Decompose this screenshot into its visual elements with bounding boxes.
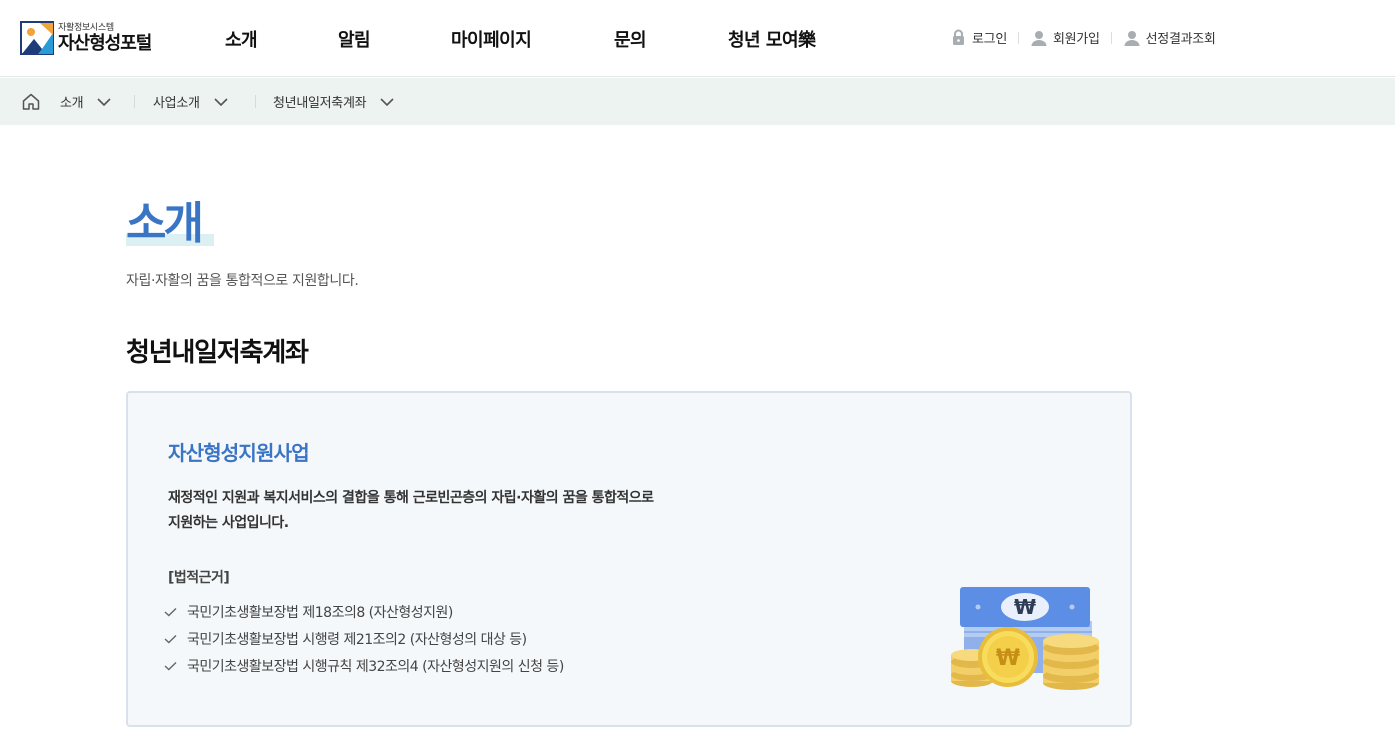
portal-logo-icon <box>20 21 54 55</box>
nav-item-mypage[interactable]: 마이페이지 <box>451 26 532 52</box>
check-icon <box>164 634 177 643</box>
chevron-down-icon <box>380 97 394 106</box>
card-title: 자산형성지원사업 <box>168 441 310 465</box>
legal-basis-title: [법적근거] <box>168 570 230 586</box>
home-icon <box>22 93 40 110</box>
breadcrumb-item-business[interactable]: 사업소개 <box>153 78 228 125</box>
breadcrumb-item-intro[interactable]: 소개 <box>60 78 111 125</box>
breadcrumb-divider <box>134 95 135 108</box>
header: 자활정보시스템 자산형성포털 소개 알림 마이페이지 문의 청년 모여樂 로그인… <box>0 0 1395 77</box>
breadcrumb-home[interactable] <box>22 93 40 114</box>
logo-subtitle: 자활정보시스템 <box>58 22 114 33</box>
nav-item-notice[interactable]: 알림 <box>338 26 371 52</box>
signup-label: 회원가입 <box>1052 32 1100 47</box>
breadcrumb-item-youth-account[interactable]: 청년내일저축계좌 <box>273 78 394 125</box>
user-icon <box>1031 30 1047 46</box>
list-item-text: 국민기초생활보장법 시행규칙 제32조의4 (자산형성지원의 신청 등) <box>187 658 564 675</box>
page-title-text: 소개 <box>126 198 204 249</box>
card-description: 재정적인 지원과 복지서비스의 결합을 통해 근로빈곤층의 자립·자활의 꿈을 … <box>168 486 768 536</box>
page-description: 자립·자활의 꿈을 통합적으로 지원합니다. <box>126 273 359 289</box>
check-icon <box>164 661 177 670</box>
result-link[interactable]: 선정결과조회 <box>1123 28 1216 47</box>
list-item: 국민기초생활보장법 시행규칙 제32조의4 (자산형성지원의 신청 등) <box>164 652 564 679</box>
check-icon <box>164 607 177 616</box>
list-item: 국민기초생활보장법 시행령 제21조의2 (자산형성의 대상 등) <box>164 625 564 652</box>
util-divider <box>1017 31 1019 44</box>
result-label: 선정결과조회 <box>1145 32 1216 47</box>
chevron-down-icon <box>97 97 111 106</box>
legal-basis-list: 국민기초생활보장법 제18조의8 (자산형성지원) 국민기초생활보장법 시행령 … <box>164 598 564 679</box>
list-item: 국민기초생활보장법 제18조의8 (자산형성지원) <box>164 598 564 625</box>
signup-link[interactable]: 회원가입 <box>1030 28 1100 47</box>
nav-item-intro[interactable]: 소개 <box>225 26 258 52</box>
breadcrumb-divider <box>255 95 256 108</box>
info-card: 자산형성지원사업 재정적인 지원과 복지서비스의 결합을 통해 근로빈곤층의 자… <box>126 391 1132 727</box>
breadcrumb-label: 청년내일저축계좌 <box>273 96 367 111</box>
login-link[interactable]: 로그인 <box>950 28 1007 47</box>
money-illustration: ₩ ₩ <box>951 587 1099 690</box>
svg-text:₩: ₩ <box>1014 595 1036 619</box>
section-title: 청년내일저축계좌 <box>126 338 309 368</box>
logo-title: 자산형성포털 <box>58 32 152 54</box>
lock-icon <box>953 29 964 45</box>
util-divider <box>1110 31 1112 44</box>
breadcrumb-label: 소개 <box>60 96 84 111</box>
nav-item-inquiry[interactable]: 문의 <box>614 26 647 52</box>
breadcrumb: 소개 사업소개 청년내일저축계좌 <box>0 78 1395 125</box>
list-item-text: 국민기초생활보장법 시행령 제21조의2 (자산형성의 대상 등) <box>187 631 527 648</box>
breadcrumb-label: 사업소개 <box>153 96 200 111</box>
nav-item-youth[interactable]: 청년 모여樂 <box>728 26 816 52</box>
chevron-down-icon <box>214 97 228 106</box>
card-description-line: 지원하는 사업입니다. <box>168 515 289 531</box>
list-item-text: 국민기초생활보장법 제18조의8 (자산형성지원) <box>187 604 453 621</box>
card-description-line: 재정적인 지원과 복지서비스의 결합을 통해 근로빈곤층의 자립·자활의 꿈을 … <box>168 490 654 506</box>
utility-menu: 로그인 회원가입 선정결과조회 <box>950 28 1216 47</box>
login-label: 로그인 <box>972 32 1007 47</box>
svg-text:₩: ₩ <box>996 646 1020 671</box>
page-title: 소개 <box>126 196 216 252</box>
user-icon <box>1124 30 1140 46</box>
site-logo[interactable]: 자활정보시스템 자산형성포털 <box>20 20 152 56</box>
